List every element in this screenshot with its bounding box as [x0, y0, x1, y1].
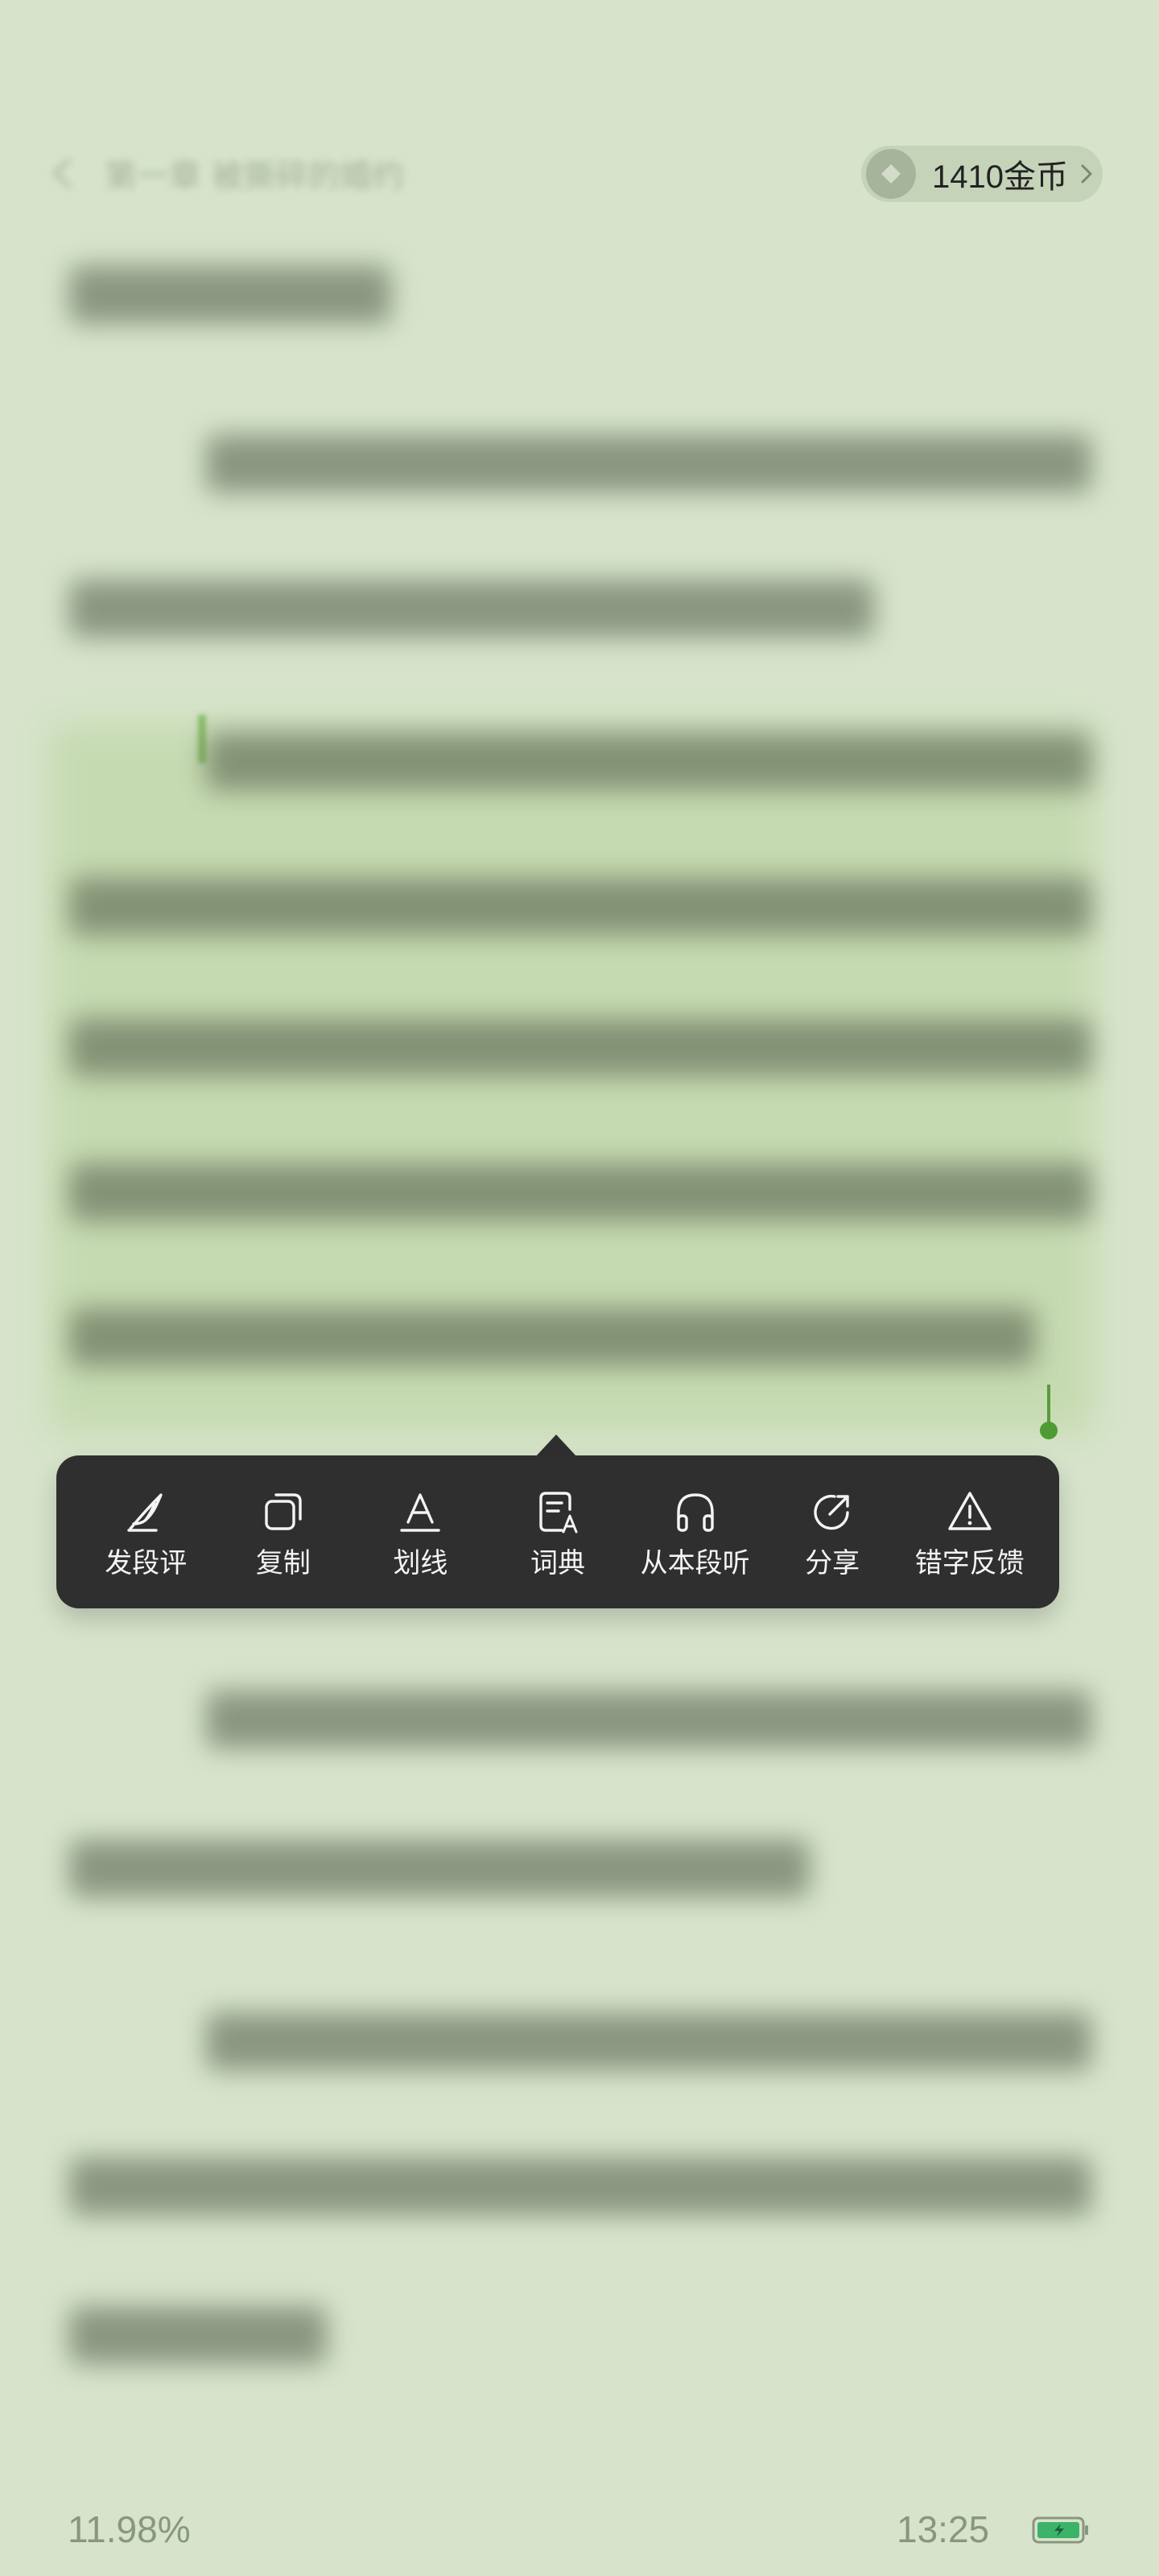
text-line — [69, 2157, 1091, 2215]
menu-label: 错字反馈 — [914, 1547, 1025, 1579]
diamond-coin-icon — [866, 149, 916, 199]
text-line — [206, 1690, 1091, 1748]
coin-balance-label: 1410金币 — [932, 159, 1068, 195]
text-line — [206, 2013, 1091, 2070]
menu-label: 从本段听 — [640, 1547, 750, 1579]
text-line — [206, 435, 1091, 493]
menu-item-share[interactable]: 分享 — [764, 1455, 901, 1608]
back-nav[interactable]: 第一章 被撕碎的婚约 — [48, 145, 419, 201]
menu-item-dictionary[interactable]: 词典 — [489, 1455, 627, 1608]
selected-text-line — [69, 1163, 1091, 1221]
chapter-title: 第一章 被撕碎的婚约 — [105, 158, 405, 195]
text-line — [69, 1839, 810, 1897]
underline-a-icon — [400, 1493, 441, 1532]
selected-text-line — [69, 877, 1091, 935]
selection-start-handle[interactable] — [198, 715, 206, 763]
selection-menu: 发段评 复制 划线 词典 从本段听 分享 错字反馈 — [56, 1455, 1059, 1608]
selection-end-handle[interactable] — [1040, 1422, 1058, 1439]
copy-icon — [265, 1493, 302, 1530]
text-line — [69, 2306, 327, 2364]
selected-text-line — [69, 1308, 1035, 1366]
menu-item-typo-feedback[interactable]: 错字反馈 — [901, 1455, 1038, 1608]
text-line — [69, 266, 391, 324]
chevron-left-icon[interactable] — [48, 157, 76, 189]
feather-quill-icon — [127, 1493, 163, 1532]
menu-label: 发段评 — [105, 1547, 188, 1579]
menu-label: 划线 — [393, 1547, 448, 1579]
selected-text-line — [206, 733, 1091, 791]
menu-label: 复制 — [255, 1547, 311, 1579]
chevron-right-icon — [1081, 164, 1092, 184]
menu-item-underline[interactable]: 划线 — [352, 1455, 489, 1608]
text-line — [69, 580, 874, 638]
menu-label: 分享 — [805, 1547, 860, 1579]
dictionary-icon — [539, 1492, 578, 1534]
reading-progress: 11.98% — [68, 2508, 191, 2550]
coin-balance-button[interactable]: 1410金币 — [861, 146, 1103, 202]
selected-text-line — [69, 1018, 1091, 1076]
warning-icon — [948, 1492, 992, 1530]
menu-item-listen-from-paragraph[interactable]: 从本段听 — [626, 1455, 764, 1608]
menu-item-copy[interactable]: 复制 — [215, 1455, 353, 1608]
battery-charging-icon — [1032, 2516, 1088, 2544]
menu-item-paragraph-comment[interactable]: 发段评 — [77, 1455, 215, 1608]
clock-time: 13:25 — [897, 2508, 990, 2550]
menu-label: 词典 — [530, 1547, 586, 1579]
headphones-icon — [676, 1493, 714, 1532]
share-icon — [814, 1494, 849, 1530]
popup-pointer — [535, 1435, 577, 1457]
